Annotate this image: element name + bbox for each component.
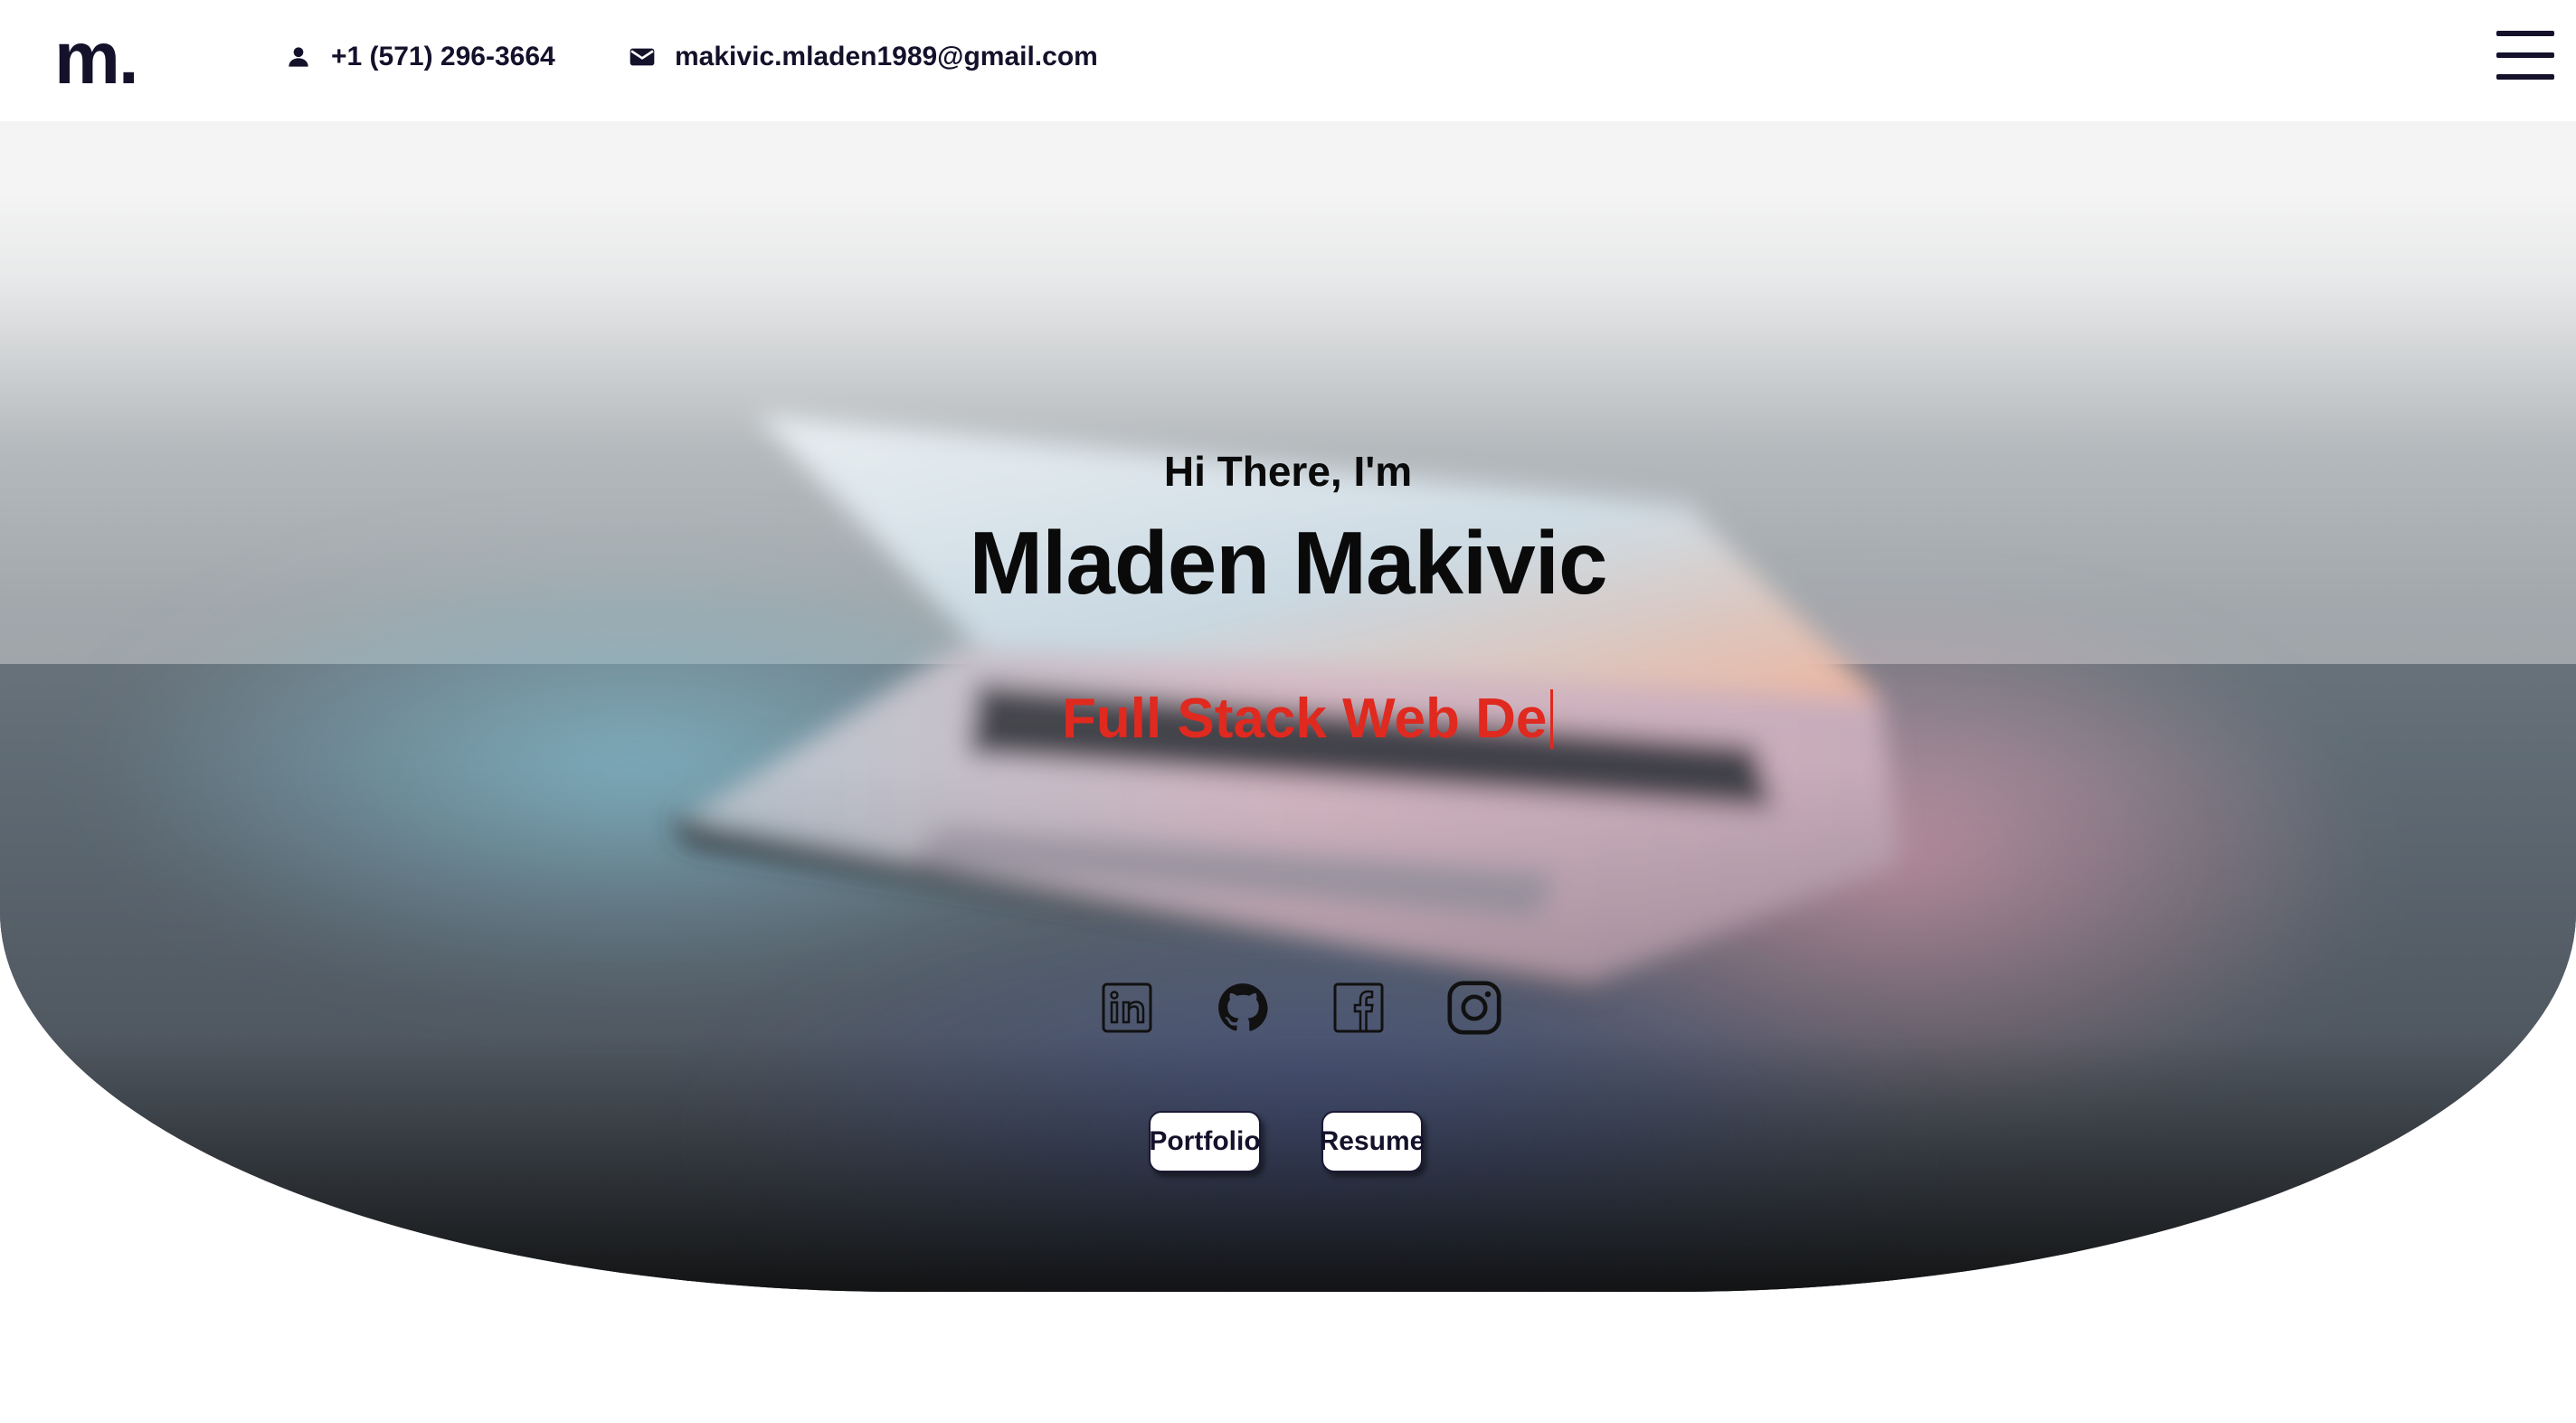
instagram-icon[interactable] [1447,979,1501,1037]
person-icon [284,43,313,71]
email-link[interactable]: makivic.mladen1989@gmail.com [628,36,1098,78]
facebook-icon[interactable] [1331,979,1386,1037]
mail-icon [628,43,657,71]
typed-role-text: Full Stack Web De [1062,689,1554,749]
hero-greeting: Hi There, I'm [1163,448,1413,495]
hero-name: Mladen Makivic [969,513,1608,612]
github-icon[interactable] [1216,979,1270,1037]
email-address: makivic.mladen1989@gmail.com [675,42,1098,71]
social-links [1100,979,1501,1037]
phone-number: +1 (571) 296-3664 [331,42,555,71]
resume-button[interactable]: Resume [1320,1111,1425,1172]
phone-link[interactable]: +1 (571) 296-3664 [284,36,555,78]
hamburger-menu-icon[interactable] [2496,31,2554,81]
site-logo[interactable]: m. [54,20,139,98]
top-navigation-bar: m. +1 (571) 296-3664 makivic.mladen1989@… [0,0,2576,121]
hero-section: Hi There, I'm Mladen Makivic Full Stack … [0,121,2576,1292]
portfolio-button[interactable]: Portfolio [1149,1111,1261,1172]
linkedin-icon[interactable] [1100,979,1154,1037]
